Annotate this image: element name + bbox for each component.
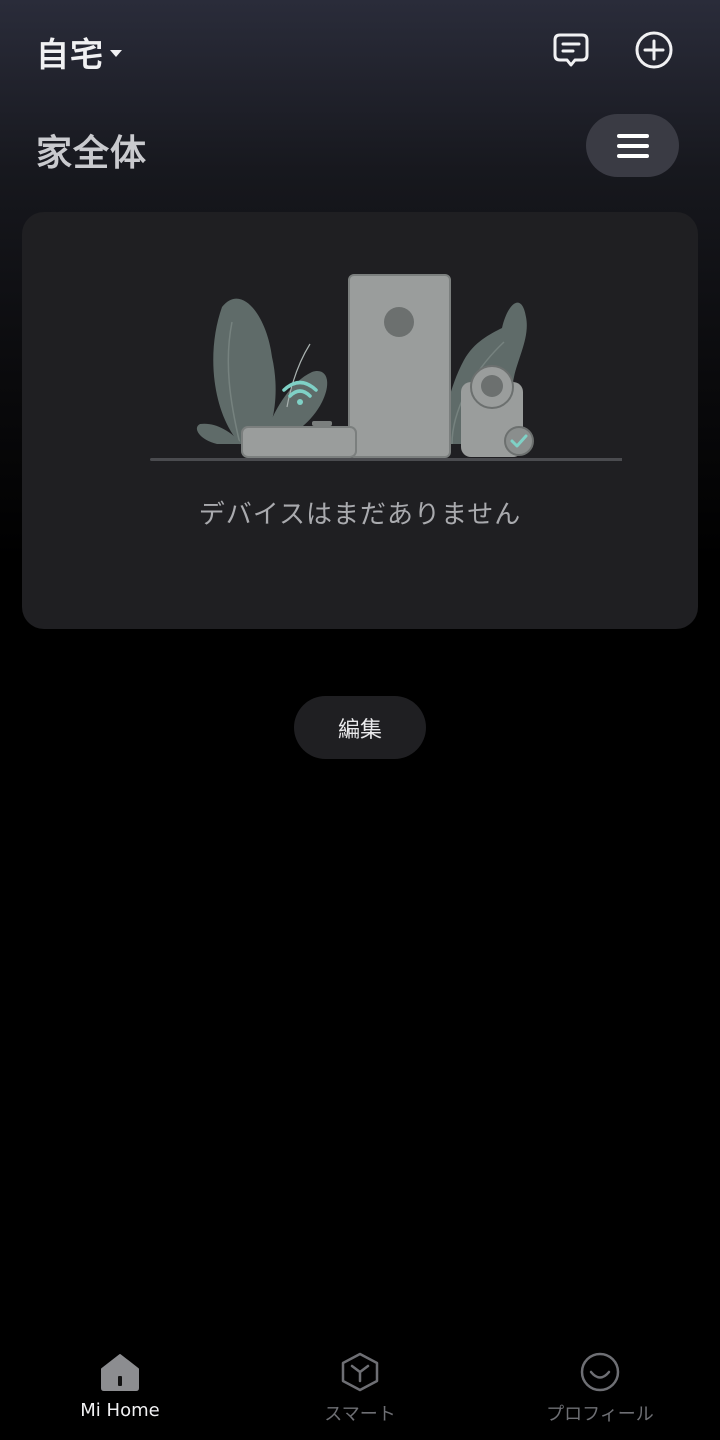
bottom-navigation: Mi Home スマート プロフィール — [0, 1330, 720, 1440]
messages-button[interactable] — [549, 28, 593, 72]
caret-down-icon — [110, 49, 122, 57]
plus-circle-icon — [635, 31, 673, 69]
smile-icon — [580, 1352, 620, 1392]
nav-label-smart: スマート — [324, 1404, 396, 1425]
message-icon — [553, 33, 589, 67]
nav-item-smart[interactable]: スマート — [240, 1350, 480, 1430]
empty-state-message: デバイスはまだありません — [198, 500, 522, 530]
hamburger-menu-icon — [616, 133, 649, 158]
nav-label-mi-home: Mi Home — [80, 1400, 160, 1421]
home-icon — [101, 1354, 139, 1391]
nav-item-profile[interactable]: プロフィール — [480, 1350, 720, 1430]
home-name: 自宅 — [36, 35, 104, 74]
nav-item-mi-home[interactable]: Mi Home — [0, 1350, 240, 1430]
room-title: 家全体 — [36, 133, 148, 174]
room-menu-button[interactable] — [586, 114, 679, 177]
device-list-card: デバイスはまだありません — [22, 212, 698, 629]
devices-illustration — [150, 274, 622, 461]
add-device-button[interactable] — [632, 28, 676, 72]
home-switcher[interactable]: 自宅 — [36, 30, 122, 74]
edit-button[interactable]: 編集 — [294, 696, 426, 759]
nav-label-profile: プロフィール — [546, 1404, 654, 1425]
top-bar: 自宅 — [0, 0, 720, 100]
cube-icon — [341, 1352, 379, 1392]
